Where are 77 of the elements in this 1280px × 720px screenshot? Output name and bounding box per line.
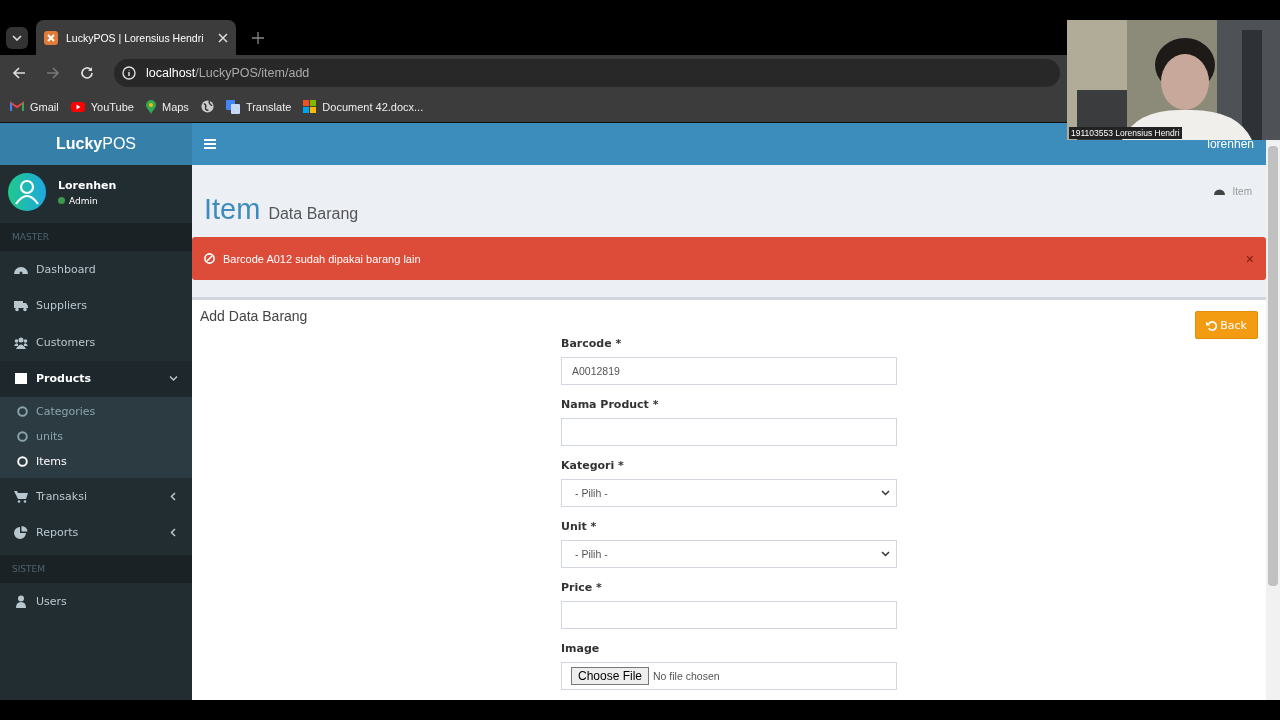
sidebar-item[interactable]: Products — [0, 360, 192, 397]
submenu-item[interactable]: Items — [0, 449, 192, 474]
sidebar-item[interactable]: Users — [0, 583, 192, 620]
scrollbar[interactable] — [1266, 142, 1280, 700]
back-icon[interactable] — [12, 66, 26, 80]
gauge-icon[interactable] — [1213, 186, 1225, 196]
address-bar[interactable]: localhost/LuckyPOS/item/add — [114, 59, 1060, 87]
menu-icon[interactable] — [204, 139, 216, 149]
circle-icon — [17, 456, 28, 467]
submenu-item[interactable]: units — [0, 424, 192, 449]
select-field[interactable]: - Pilih - — [561, 540, 897, 568]
file-status: No file chosen — [653, 670, 720, 682]
close-icon[interactable] — [218, 32, 228, 43]
play-icon — [70, 101, 85, 112]
cart-icon — [14, 489, 28, 503]
file-field[interactable]: Choose File No file chosen — [561, 662, 897, 690]
page-subtitle: Data Barang — [268, 205, 359, 223]
tab-title: LuckyPOS | Lorensius Hendri — [66, 31, 205, 44]
forward-icon[interactable] — [46, 66, 60, 80]
text-field[interactable]: A0012819 — [561, 357, 897, 385]
menu-section-header: SISTEM — [12, 564, 46, 574]
sidebar-item[interactable]: Dashboard — [0, 251, 192, 288]
brand-logo[interactable]: LuckyPOS — [0, 123, 192, 165]
status-dot — [58, 197, 65, 204]
chevron-down-icon — [881, 490, 890, 496]
participant-name: 191103553 Lorensius Hendri — [1069, 127, 1182, 139]
menu-section-header: MASTER — [12, 232, 50, 242]
truck-icon — [14, 299, 28, 313]
avatar-icon — [8, 173, 46, 211]
circle-icon — [17, 431, 28, 442]
user-icon — [14, 594, 28, 608]
favicon-icon — [44, 30, 58, 45]
choose-file-button[interactable]: Choose File — [571, 667, 650, 685]
box-title: Add Data Barang — [200, 308, 308, 326]
translate-icon — [225, 99, 240, 114]
select-field[interactable]: - Pilih - — [561, 479, 897, 507]
users-icon — [14, 335, 28, 349]
mail-icon — [10, 101, 24, 112]
chevron-down-icon — [12, 34, 22, 41]
sidebar-item[interactable]: Customers — [0, 324, 192, 361]
breadcrumb-item: Item — [1232, 185, 1252, 197]
undo-icon — [1206, 319, 1218, 331]
box-icon — [14, 372, 28, 386]
globe-icon[interactable] — [200, 100, 214, 113]
page-title: Item — [204, 193, 261, 226]
sidebar-item[interactable]: Transaksi — [0, 478, 192, 515]
bookmark[interactable]: Gmail — [10, 100, 59, 113]
text-field[interactable] — [561, 418, 897, 446]
chevron-down-icon — [881, 551, 890, 557]
ban-icon — [204, 253, 215, 264]
user-name: Lorenhen — [58, 178, 117, 192]
bookmark[interactable]: YouTube — [70, 100, 134, 113]
field-label: Barcode * — [561, 337, 623, 350]
bookmark[interactable]: Maps — [145, 99, 189, 114]
pie-chart-icon — [14, 526, 28, 540]
user-menu[interactable]: lorenhen — [1207, 137, 1254, 151]
windows-icon — [303, 100, 317, 113]
map-pin-icon — [145, 99, 156, 114]
circle-icon — [17, 406, 28, 417]
field-label: Nama Product * — [561, 398, 660, 411]
field-label: Price * — [561, 581, 603, 594]
info-icon — [122, 66, 136, 80]
text-field[interactable] — [561, 601, 897, 629]
alert-message: Barcode A012 sudah dipakai barang lain — [223, 252, 422, 265]
submenu-item[interactable]: Categories — [0, 399, 192, 424]
browser-tab[interactable]: LuckyPOS | Lorensius Hendri — [36, 20, 236, 55]
new-tab-icon[interactable] — [252, 31, 264, 44]
tab-list-button[interactable] — [6, 26, 28, 49]
reload-icon[interactable] — [80, 66, 94, 80]
sidebar-item[interactable]: Reports — [0, 514, 192, 551]
bookmark[interactable]: Translate — [225, 99, 292, 114]
bookmark[interactable]: Document 42.docx... — [303, 100, 424, 113]
field-label: Image — [561, 642, 601, 655]
field-label: Unit * — [561, 520, 598, 533]
user-role: Admin — [69, 195, 98, 206]
field-label: Kategori * — [561, 459, 625, 472]
sidebar-item[interactable]: Suppliers — [0, 287, 192, 324]
